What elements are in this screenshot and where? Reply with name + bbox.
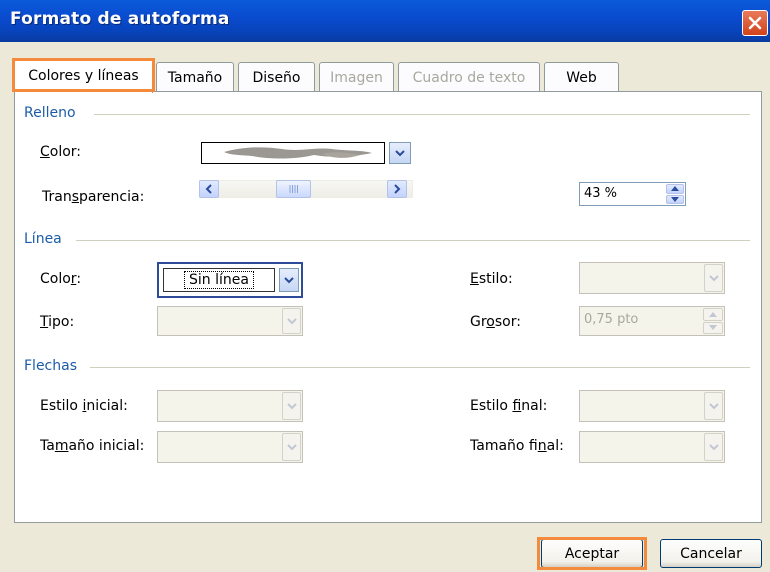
grosor-value: 0,75 pto (584, 312, 639, 327)
fill-color-dropdown-button[interactable] (389, 142, 411, 164)
estilo-final-combo (579, 390, 725, 422)
grip-icon (289, 185, 298, 193)
chevron-down-icon (708, 275, 719, 282)
spin-up-button[interactable] (666, 184, 684, 194)
close-icon (748, 16, 762, 30)
line-color-value: Sin línea (184, 271, 254, 289)
grosor-down-button (703, 321, 723, 334)
estilo-inicial-label: Estilo inicial: (40, 398, 128, 414)
transparency-label: Transparencia: (42, 189, 145, 205)
linea-section-title: Línea (24, 231, 62, 247)
flechas-section-title: Flechas (24, 358, 77, 374)
line-color-value-box: Sin línea (163, 268, 275, 292)
estilo-inicial-combo (157, 390, 303, 422)
tab-label: Diseño (252, 69, 301, 86)
fill-color-swatch (201, 142, 385, 164)
tamano-inicial-label: Tamaño inicial: (40, 438, 145, 454)
flechas-divider (90, 367, 750, 368)
tipo-dropdown-button (282, 308, 301, 334)
tab-highlight (12, 58, 155, 92)
tab-label: Cuadro de texto (412, 69, 526, 86)
tamano-inicial-dropdown-button (282, 433, 301, 461)
grosor-label: Grosor: (470, 314, 521, 330)
tab-label: Web (566, 69, 597, 86)
close-button[interactable] (742, 10, 768, 36)
tipo-combo (157, 306, 303, 336)
transparency-spinner[interactable]: 43 % (579, 182, 686, 206)
estilo-label: Estilo: (470, 271, 513, 287)
estilo-combo (579, 262, 725, 294)
cancel-button[interactable]: Cancelar (660, 539, 762, 568)
relleno-section-title: Relleno (24, 105, 76, 121)
triangle-down-icon (709, 325, 717, 331)
line-color-combo[interactable]: Sin línea (157, 262, 303, 298)
slider-left-button[interactable] (199, 180, 219, 198)
tab-cuadro-de-texto: Cuadro de texto (398, 62, 540, 92)
chevron-down-icon (395, 150, 405, 157)
tamano-final-label: Tamaño final: (470, 438, 564, 454)
estilo-inicial-dropdown-button (282, 392, 301, 420)
tipo-label: Tipo: (40, 314, 75, 330)
relleno-color-label: Color: (40, 144, 82, 160)
grosor-spinner: 0,75 pto (579, 306, 725, 336)
estilo-final-dropdown-button (704, 392, 723, 420)
tab-imagen: Imagen (319, 62, 394, 92)
tab-label: Imagen (330, 69, 383, 86)
slider-right-button[interactable] (387, 180, 407, 198)
chevron-down-icon (286, 318, 297, 325)
chevron-down-icon (708, 444, 719, 451)
estilo-final-label: Estilo final: (470, 398, 548, 414)
triangle-down-icon (671, 196, 679, 202)
tab-tamano[interactable]: Tamaño (156, 62, 234, 92)
chevron-down-icon (286, 444, 297, 451)
fill-color-combo[interactable] (199, 140, 413, 166)
accept-button-highlight (537, 537, 647, 570)
estilo-dropdown-button (704, 264, 723, 292)
tamano-final-combo (579, 431, 725, 463)
tab-web[interactable]: Web (544, 62, 619, 92)
chevron-down-icon (284, 277, 294, 284)
slider-thumb[interactable] (276, 180, 312, 198)
chevron-left-icon (205, 184, 212, 194)
relleno-divider (94, 114, 750, 115)
cancel-button-label: Cancelar (680, 545, 742, 562)
spin-down-button[interactable] (666, 194, 684, 204)
tab-label: Tamaño (167, 69, 223, 86)
line-color-dropdown-button[interactable] (279, 268, 299, 292)
chevron-down-icon (286, 403, 297, 410)
tamano-final-dropdown-button (704, 433, 723, 461)
grosor-up-button (703, 308, 723, 321)
tab-diseno[interactable]: Diseño (238, 62, 315, 92)
linea-color-label: Color: (40, 271, 82, 287)
texture-preview (224, 147, 372, 159)
chevron-right-icon (394, 184, 401, 194)
transparency-value: 43 % (584, 186, 618, 201)
tamano-inicial-combo (157, 431, 303, 463)
window-title: Formato de autoforma (10, 9, 230, 29)
chevron-down-icon (708, 403, 719, 410)
triangle-up-icon (671, 186, 679, 192)
triangle-up-icon (709, 311, 717, 317)
transparency-slider[interactable] (199, 180, 413, 198)
linea-divider (76, 240, 750, 241)
